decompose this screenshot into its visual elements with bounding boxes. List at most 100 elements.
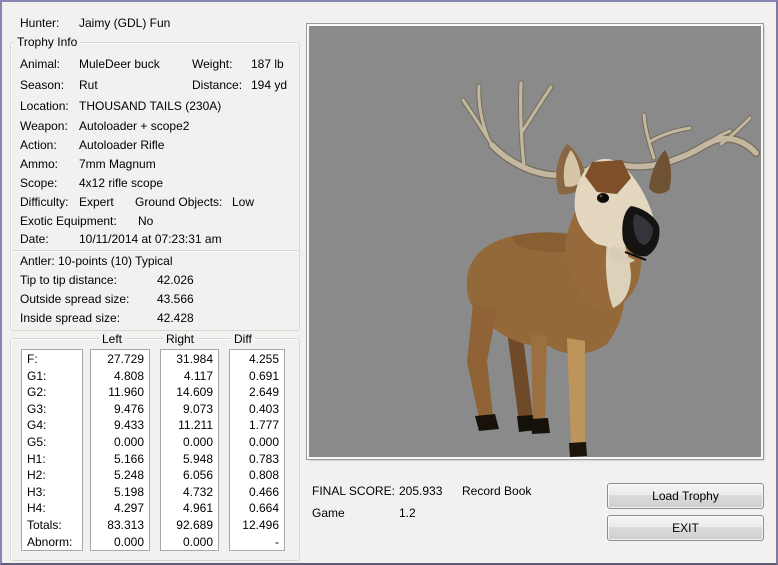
right-value: 0.000 [161, 534, 218, 551]
action-value: Autoloader Rifle [79, 138, 164, 152]
trophy-deer-render [309, 26, 761, 457]
outside-spread-label: Outside spread size: [20, 292, 129, 306]
animal-label: Animal: [20, 57, 60, 71]
ground-objects-value: Low [232, 195, 254, 209]
diff-value: 0.691 [230, 368, 284, 385]
right-value: 4.732 [161, 484, 218, 501]
final-score-value: 205.933 [399, 484, 442, 498]
row-label: G3: [22, 401, 82, 418]
right-value: 31.984 [161, 351, 218, 368]
right-value: 9.073 [161, 401, 218, 418]
date-value: 10/11/2014 at 07:23:31 am [79, 232, 222, 246]
location-label: Location: [20, 99, 69, 113]
distance-label: Distance: [192, 78, 242, 92]
row-label: H3: [22, 484, 82, 501]
action-label: Action: [20, 138, 57, 152]
column-header-left: Left [99, 332, 125, 346]
final-score-label: FINAL SCORE: [312, 484, 395, 498]
load-trophy-button[interactable]: Load Trophy [607, 483, 764, 509]
left-value: 0.000 [91, 534, 149, 551]
distance-value: 194 yd [251, 78, 287, 92]
antler-summary: Antler: 10-points (10) Typical [20, 254, 173, 268]
right-value: 0.000 [161, 434, 218, 451]
diff-value: 4.255 [230, 351, 284, 368]
right-value: 11.211 [161, 417, 218, 434]
weight-label: Weight: [192, 57, 232, 71]
row-label: G4: [22, 417, 82, 434]
game-label: Game [312, 506, 345, 520]
left-value: 4.808 [91, 368, 149, 385]
column-header-diff: Diff [231, 332, 255, 346]
location-value: THOUSAND TAILS (230A) [79, 99, 221, 113]
left-value: 5.248 [91, 467, 149, 484]
exotic-equipment-label: Exotic Equipment: [20, 214, 117, 228]
diff-value: 0.664 [230, 500, 284, 517]
weapon-value: Autoloader + scope2 [79, 119, 189, 133]
left-value: 11.960 [91, 384, 149, 401]
tip-to-tip-label: Tip to tip distance: [20, 273, 117, 287]
left-value: 0.000 [91, 434, 149, 451]
right-value: 6.056 [161, 467, 218, 484]
diff-value: - [230, 534, 284, 551]
right-value: 5.948 [161, 451, 218, 468]
right-value: 92.689 [161, 517, 218, 534]
season-value: Rut [79, 78, 98, 92]
left-values-box: 27.729 4.808 11.960 9.476 9.433 0.000 5.… [90, 349, 150, 551]
right-value: 4.117 [161, 368, 218, 385]
left-value: 5.166 [91, 451, 149, 468]
right-value: 4.961 [161, 500, 218, 517]
scope-value: 4x12 rifle scope [79, 176, 163, 190]
inside-spread-value: 42.428 [157, 311, 194, 325]
difficulty-value: Expert [79, 195, 114, 209]
hunter-label: Hunter: [20, 16, 59, 30]
hunter-value: Jaimy (GDL) Fun [79, 16, 170, 30]
diff-value: 2.649 [230, 384, 284, 401]
season-label: Season: [20, 78, 64, 92]
row-labels-box: F: G1: G2: G3: G4: G5: H1: H2: H3: H4: T… [21, 349, 83, 551]
weapon-label: Weapon: [20, 119, 68, 133]
row-label: F: [22, 351, 82, 368]
date-label: Date: [20, 232, 49, 246]
diff-value: 0.403 [230, 401, 284, 418]
row-label: G5: [22, 434, 82, 451]
diff-value: 12.496 [230, 517, 284, 534]
diff-value: 1.777 [230, 417, 284, 434]
left-value: 9.433 [91, 417, 149, 434]
trophy-info-window: Hunter: Jaimy (GDL) Fun Trophy Info Anim… [0, 0, 778, 565]
animal-value: MuleDeer buck [79, 57, 160, 71]
diff-value: 0.000 [230, 434, 284, 451]
record-book-label: Record Book [462, 484, 531, 498]
scope-label: Scope: [20, 176, 57, 190]
ammo-label: Ammo: [20, 157, 58, 171]
inside-spread-label: Inside spread size: [20, 311, 120, 325]
outside-spread-value: 43.566 [157, 292, 194, 306]
ammo-value: 7mm Magnum [79, 157, 156, 171]
exotic-equipment-value: No [138, 214, 153, 228]
diff-value: 0.466 [230, 484, 284, 501]
row-label: Totals: [22, 517, 82, 534]
difficulty-label: Difficulty: [20, 195, 68, 209]
row-label: H2: [22, 467, 82, 484]
weight-value: 187 lb [251, 57, 284, 71]
row-label: G1: [22, 368, 82, 385]
left-value: 5.198 [91, 484, 149, 501]
exit-button[interactable]: EXIT [607, 515, 764, 541]
row-label: Abnorm: [22, 534, 82, 551]
ground-objects-label: Ground Objects: [135, 195, 222, 209]
diff-values-box: 4.255 0.691 2.649 0.403 1.777 0.000 0.78… [229, 349, 285, 551]
row-label: H4: [22, 500, 82, 517]
diff-value: 0.783 [230, 451, 284, 468]
column-header-right: Right [163, 332, 197, 346]
diff-value: 0.808 [230, 467, 284, 484]
game-version-value: 1.2 [399, 506, 416, 520]
trophy-viewer-panel[interactable] [307, 24, 763, 459]
row-label: H1: [22, 451, 82, 468]
left-value: 4.297 [91, 500, 149, 517]
row-label: G2: [22, 384, 82, 401]
left-value: 9.476 [91, 401, 149, 418]
right-value: 14.609 [161, 384, 218, 401]
tip-to-tip-value: 42.026 [157, 273, 194, 287]
right-values-box: 31.984 4.117 14.609 9.073 11.211 0.000 5… [160, 349, 219, 551]
trophy-info-title: Trophy Info [14, 35, 80, 49]
left-value: 83.313 [91, 517, 149, 534]
